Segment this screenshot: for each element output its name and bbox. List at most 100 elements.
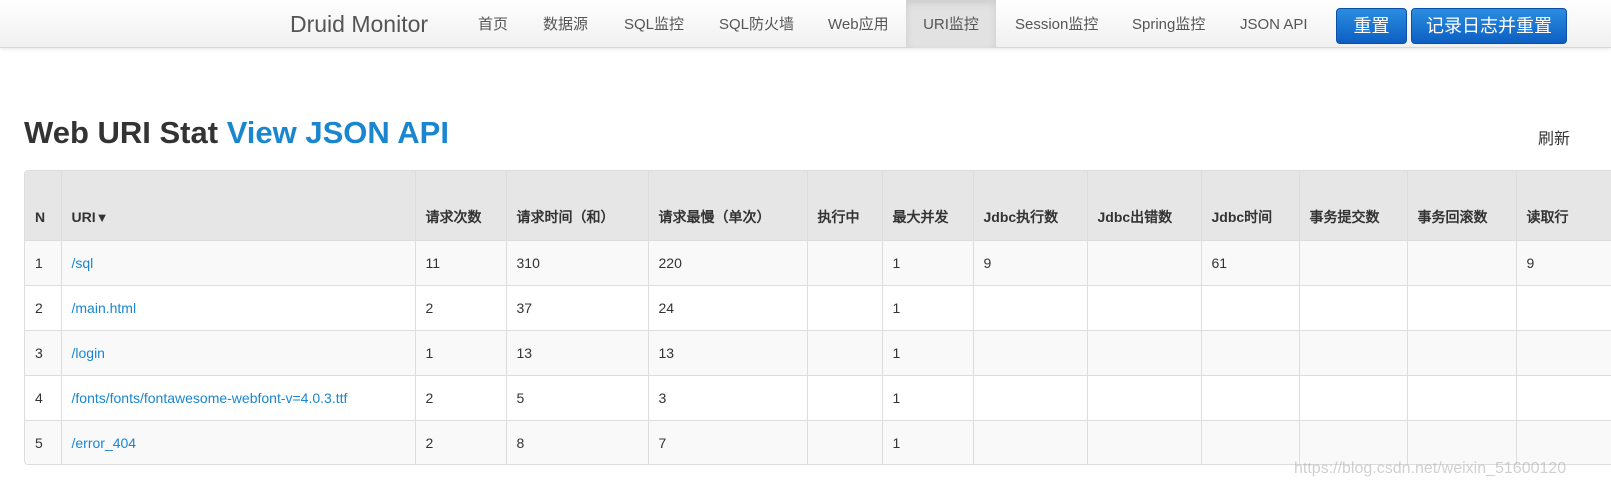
cell-request-slowest: 24 <box>648 285 808 331</box>
col-header-request-slowest[interactable]: 请求最慢（单次） <box>648 171 808 241</box>
cell-jdbc-error-count <box>1087 285 1202 331</box>
uri-link[interactable]: /sql <box>72 255 94 271</box>
nav-item-uri-monitor[interactable]: URI监控 <box>906 0 996 48</box>
uri-stat-table-container: N URI▼ 请求次数 请求时间（和） 请求最慢（单次） 执行中 最大并发 Jd… <box>24 170 1611 465</box>
cell-jdbc-exec-count <box>973 375 1088 421</box>
col-header-jdbc-error-count[interactable]: Jdbc出错数 <box>1087 171 1202 241</box>
table-row: 2 /main.html 2 37 24 1 <box>25 285 1611 331</box>
nav-item-sql-monitor[interactable]: SQL监控 <box>624 0 684 48</box>
brand-title[interactable]: Druid Monitor <box>290 11 428 38</box>
cell-tx-commit-count <box>1299 240 1408 286</box>
cell-max-concurrency: 1 <box>882 420 974 464</box>
col-header-n[interactable]: N <box>25 171 62 241</box>
cell-executing <box>807 375 883 421</box>
col-header-uri[interactable]: URI▼ <box>61 171 416 241</box>
uri-link[interactable]: /fonts/fonts/fontawesome-webfont-v=4.0.3… <box>72 390 348 406</box>
col-header-executing[interactable]: 执行中 <box>807 171 883 241</box>
cell-tx-commit-count <box>1299 375 1408 421</box>
cell-request-time-sum: 8 <box>506 420 649 464</box>
uri-link[interactable]: /login <box>72 345 105 361</box>
col-header-tx-rollback-count[interactable]: 事务回滚数 <box>1407 171 1517 241</box>
cell-tx-rollback-count <box>1407 420 1517 464</box>
table-header-row: N URI▼ 请求次数 请求时间（和） 请求最慢（单次） 执行中 最大并发 Jd… <box>25 171 1611 241</box>
cell-request-slowest: 220 <box>648 240 808 286</box>
cell-tx-commit-count <box>1299 420 1408 464</box>
cell-tx-rollback-count <box>1407 240 1517 286</box>
cell-uri: /login <box>61 330 416 376</box>
cell-jdbc-error-count <box>1087 420 1202 464</box>
refresh-label: 刷新 <box>1538 131 1571 148</box>
col-header-rows-read[interactable]: 读取行 <box>1516 171 1611 241</box>
col-header-request-time-sum[interactable]: 请求时间（和） <box>506 171 649 241</box>
cell-uri: /main.html <box>61 285 416 331</box>
log-and-reset-button[interactable]: 记录日志并重置 <box>1411 8 1567 44</box>
col-header-max-concurrency[interactable]: 最大并发 <box>882 171 974 241</box>
nav-item-web-app[interactable]: Web应用 <box>828 0 889 48</box>
table-row: 5 /error_404 2 8 7 1 <box>25 420 1611 464</box>
cell-jdbc-time <box>1201 330 1300 376</box>
cell-rows-read: 9 <box>1516 240 1611 286</box>
cell-executing <box>807 330 883 376</box>
cell-executing <box>807 240 883 286</box>
cell-max-concurrency: 1 <box>882 240 974 286</box>
table-row: 3 /login 1 13 13 1 <box>25 330 1611 376</box>
uri-link[interactable]: /main.html <box>72 300 137 316</box>
sort-desc-icon: ▼ <box>95 210 109 226</box>
cell-request-count: 1 <box>415 330 507 376</box>
cell-tx-rollback-count <box>1407 375 1517 421</box>
cell-request-time-sum: 310 <box>506 240 649 286</box>
cell-jdbc-time <box>1201 375 1300 421</box>
cell-uri: /fonts/fonts/fontawesome-webfont-v=4.0.3… <box>61 375 416 421</box>
cell-jdbc-exec-count <box>973 285 1088 331</box>
nav-item-home[interactable]: 首页 <box>478 0 508 48</box>
table-row: 1 /sql 11 310 220 1 9 61 9 <box>25 240 1611 286</box>
cell-request-time-sum: 13 <box>506 330 649 376</box>
cell-executing <box>807 420 883 464</box>
cell-uri: /error_404 <box>61 420 416 464</box>
nav-item-sql-firewall[interactable]: SQL防火墙 <box>719 0 794 48</box>
table-row: 4 /fonts/fonts/fontawesome-webfont-v=4.0… <box>25 375 1611 421</box>
cell-tx-rollback-count <box>1407 285 1517 331</box>
col-header-tx-commit-count[interactable]: 事务提交数 <box>1299 171 1408 241</box>
cell-tx-rollback-count <box>1407 330 1517 376</box>
cell-executing <box>807 285 883 331</box>
nav-item-datasource[interactable]: 数据源 <box>543 0 588 48</box>
cell-request-count: 2 <box>415 375 507 421</box>
cell-tx-commit-count <box>1299 285 1408 331</box>
cell-request-slowest: 13 <box>648 330 808 376</box>
watermark-text: https://blog.csdn.net/weixin_51600120 <box>1294 460 1567 477</box>
view-json-api-link[interactable]: View JSON API <box>227 115 449 150</box>
cell-jdbc-exec-count <box>973 330 1088 376</box>
cell-jdbc-time <box>1201 420 1300 464</box>
col-header-jdbc-exec-count[interactable]: Jdbc执行数 <box>973 171 1088 241</box>
cell-max-concurrency: 1 <box>882 285 974 331</box>
nav-item-json-api[interactable]: JSON API <box>1240 0 1308 48</box>
col-header-jdbc-time[interactable]: Jdbc时间 <box>1201 171 1300 241</box>
cell-rows-read <box>1516 330 1611 376</box>
cell-request-time-sum: 37 <box>506 285 649 331</box>
cell-tx-commit-count <box>1299 330 1408 376</box>
page-title-text: Web URI Stat <box>24 115 219 150</box>
cell-request-slowest: 7 <box>648 420 808 464</box>
cell-n: 5 <box>25 420 62 464</box>
uri-stat-table: N URI▼ 请求次数 请求时间（和） 请求最慢（单次） 执行中 最大并发 Jd… <box>25 171 1611 464</box>
cell-jdbc-error-count <box>1087 375 1202 421</box>
cell-jdbc-time <box>1201 285 1300 331</box>
nav-item-spring-monitor[interactable]: Spring监控 <box>1132 0 1205 48</box>
cell-uri: /sql <box>61 240 416 286</box>
col-header-request-count[interactable]: 请求次数 <box>415 171 507 241</box>
cell-n: 1 <box>25 240 62 286</box>
cell-rows-read <box>1516 375 1611 421</box>
cell-jdbc-time: 61 <box>1201 240 1300 286</box>
uri-link[interactable]: /error_404 <box>72 435 137 451</box>
reset-button[interactable]: 重置 <box>1336 8 1407 44</box>
cell-n: 3 <box>25 330 62 376</box>
top-navbar: Druid Monitor 首页 数据源 SQL监控 SQL防火墙 Web应用 … <box>0 0 1611 48</box>
cell-request-time-sum: 5 <box>506 375 649 421</box>
cell-n: 4 <box>25 375 62 421</box>
cell-jdbc-exec-count <box>973 420 1088 464</box>
page-title: Web URI Stat View JSON API <box>24 115 449 151</box>
nav-item-session-monitor[interactable]: Session监控 <box>1015 0 1098 48</box>
cell-rows-read <box>1516 285 1611 331</box>
cell-jdbc-exec-count: 9 <box>973 240 1088 286</box>
